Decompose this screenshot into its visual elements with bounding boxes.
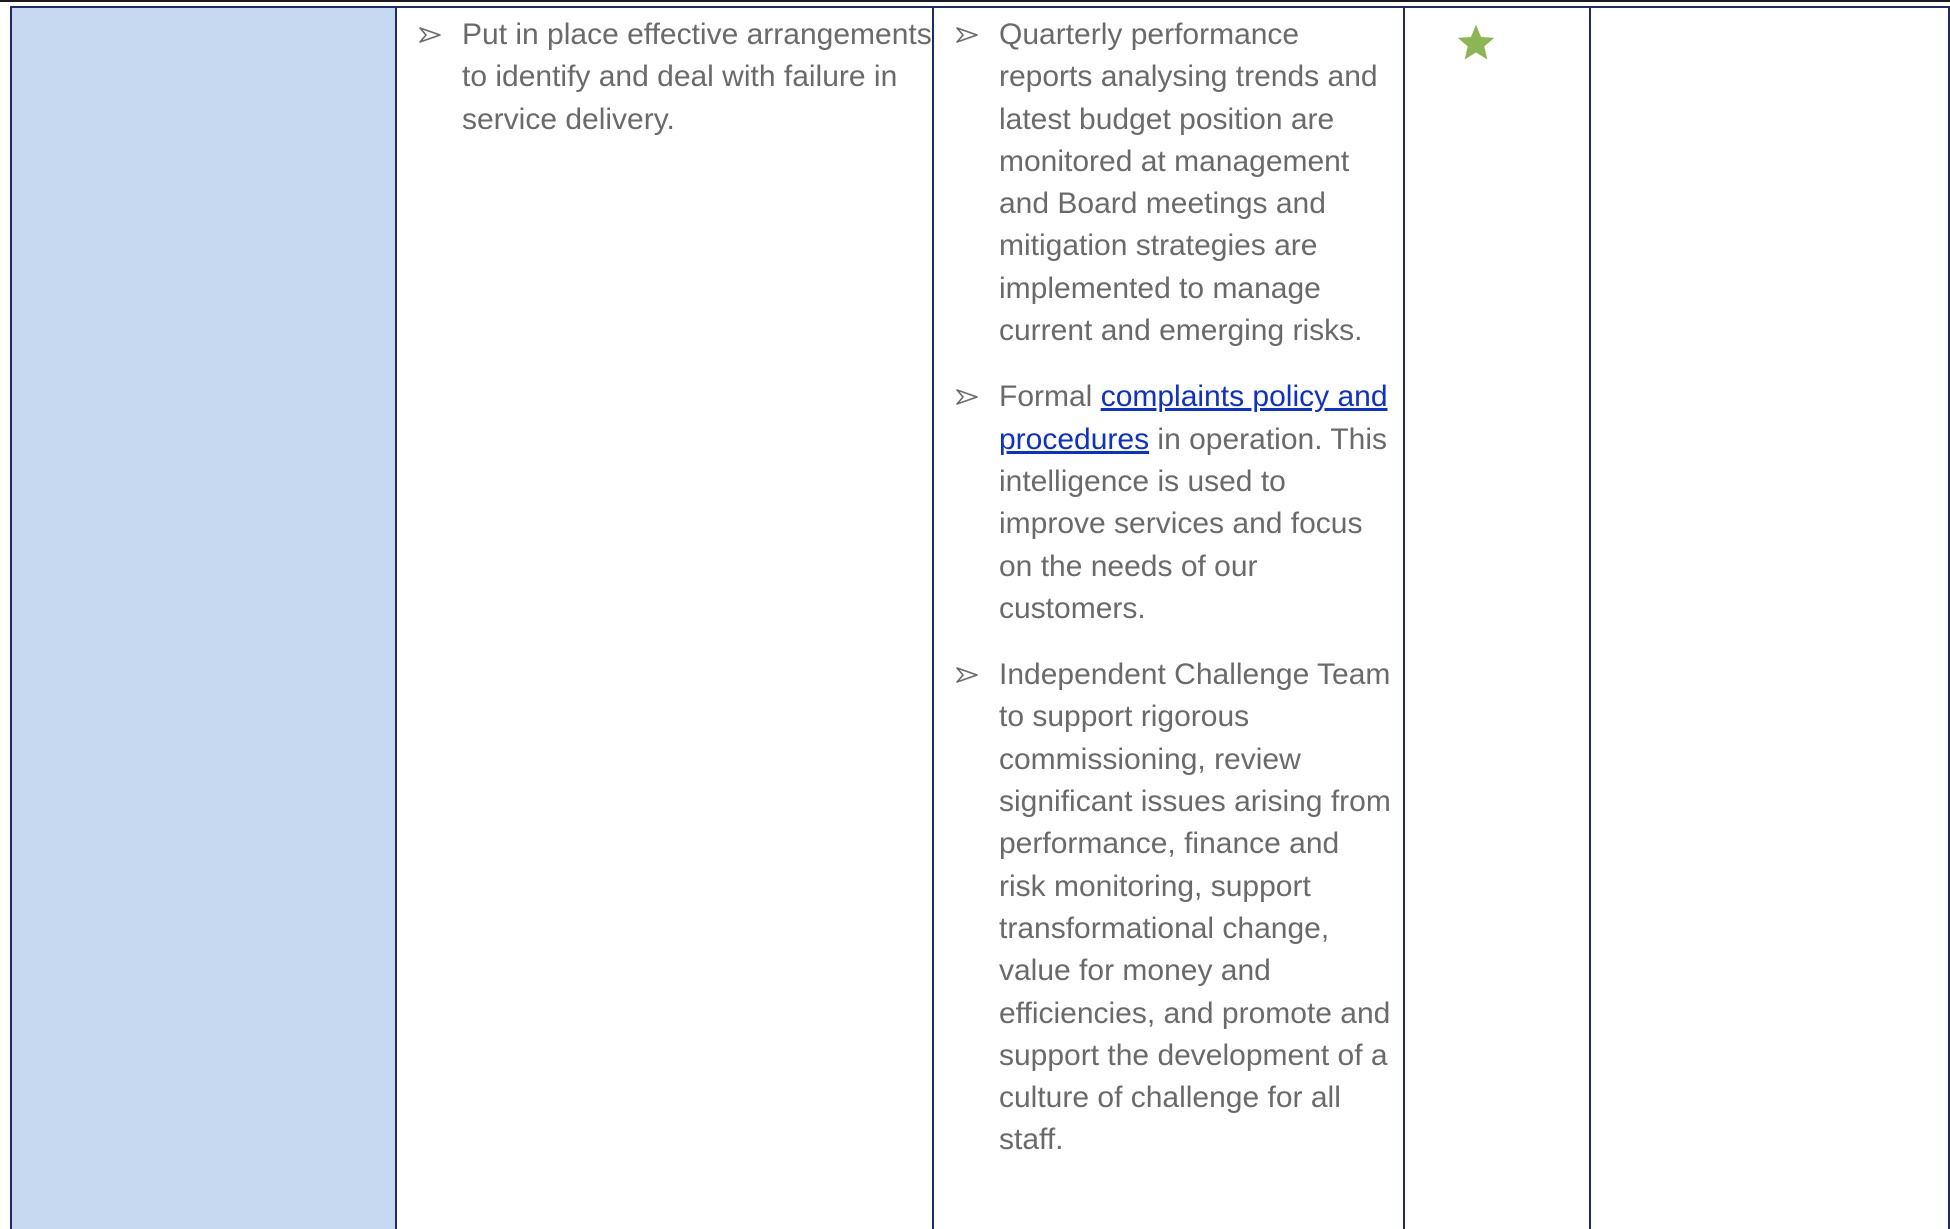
- star-icon: [1455, 22, 1497, 64]
- evidence-cell: Quarterly performance reports analysing …: [934, 8, 1403, 1229]
- evidence-list: Quarterly performance reports analysing …: [934, 14, 1393, 1162]
- arrow-bullet-icon: [956, 14, 980, 56]
- arrow-bullet-icon: [956, 654, 980, 696]
- list-item: Quarterly performance reports analysing …: [934, 14, 1393, 352]
- objective-cell: Put in place effective arrangements to i…: [397, 8, 932, 1229]
- notes-cell: [1591, 8, 1948, 1229]
- list-item: Put in place effective arrangements to i…: [397, 14, 932, 141]
- rating-cell: [1405, 8, 1589, 1229]
- objective-list: Put in place effective arrangements to i…: [397, 14, 932, 141]
- evidence-text: Independent Challenge Team to support ri…: [999, 658, 1391, 1157]
- list-item: Independent Challenge Team to support ri…: [934, 654, 1393, 1162]
- page-top-rule: [0, 0, 1950, 2]
- list-item: Formal complaints policy and procedures …: [934, 376, 1393, 630]
- arrow-bullet-icon: [956, 376, 980, 418]
- objective-text: Put in place effective arrangements to i…: [462, 18, 932, 136]
- table-row: Put in place effective arrangements to i…: [10, 8, 1950, 1229]
- category-cell-shaded: [12, 8, 395, 1229]
- evidence-prefix: Formal: [999, 380, 1101, 414]
- arrow-bullet-icon: [419, 14, 443, 56]
- evidence-text: Quarterly performance reports analysing …: [999, 18, 1378, 348]
